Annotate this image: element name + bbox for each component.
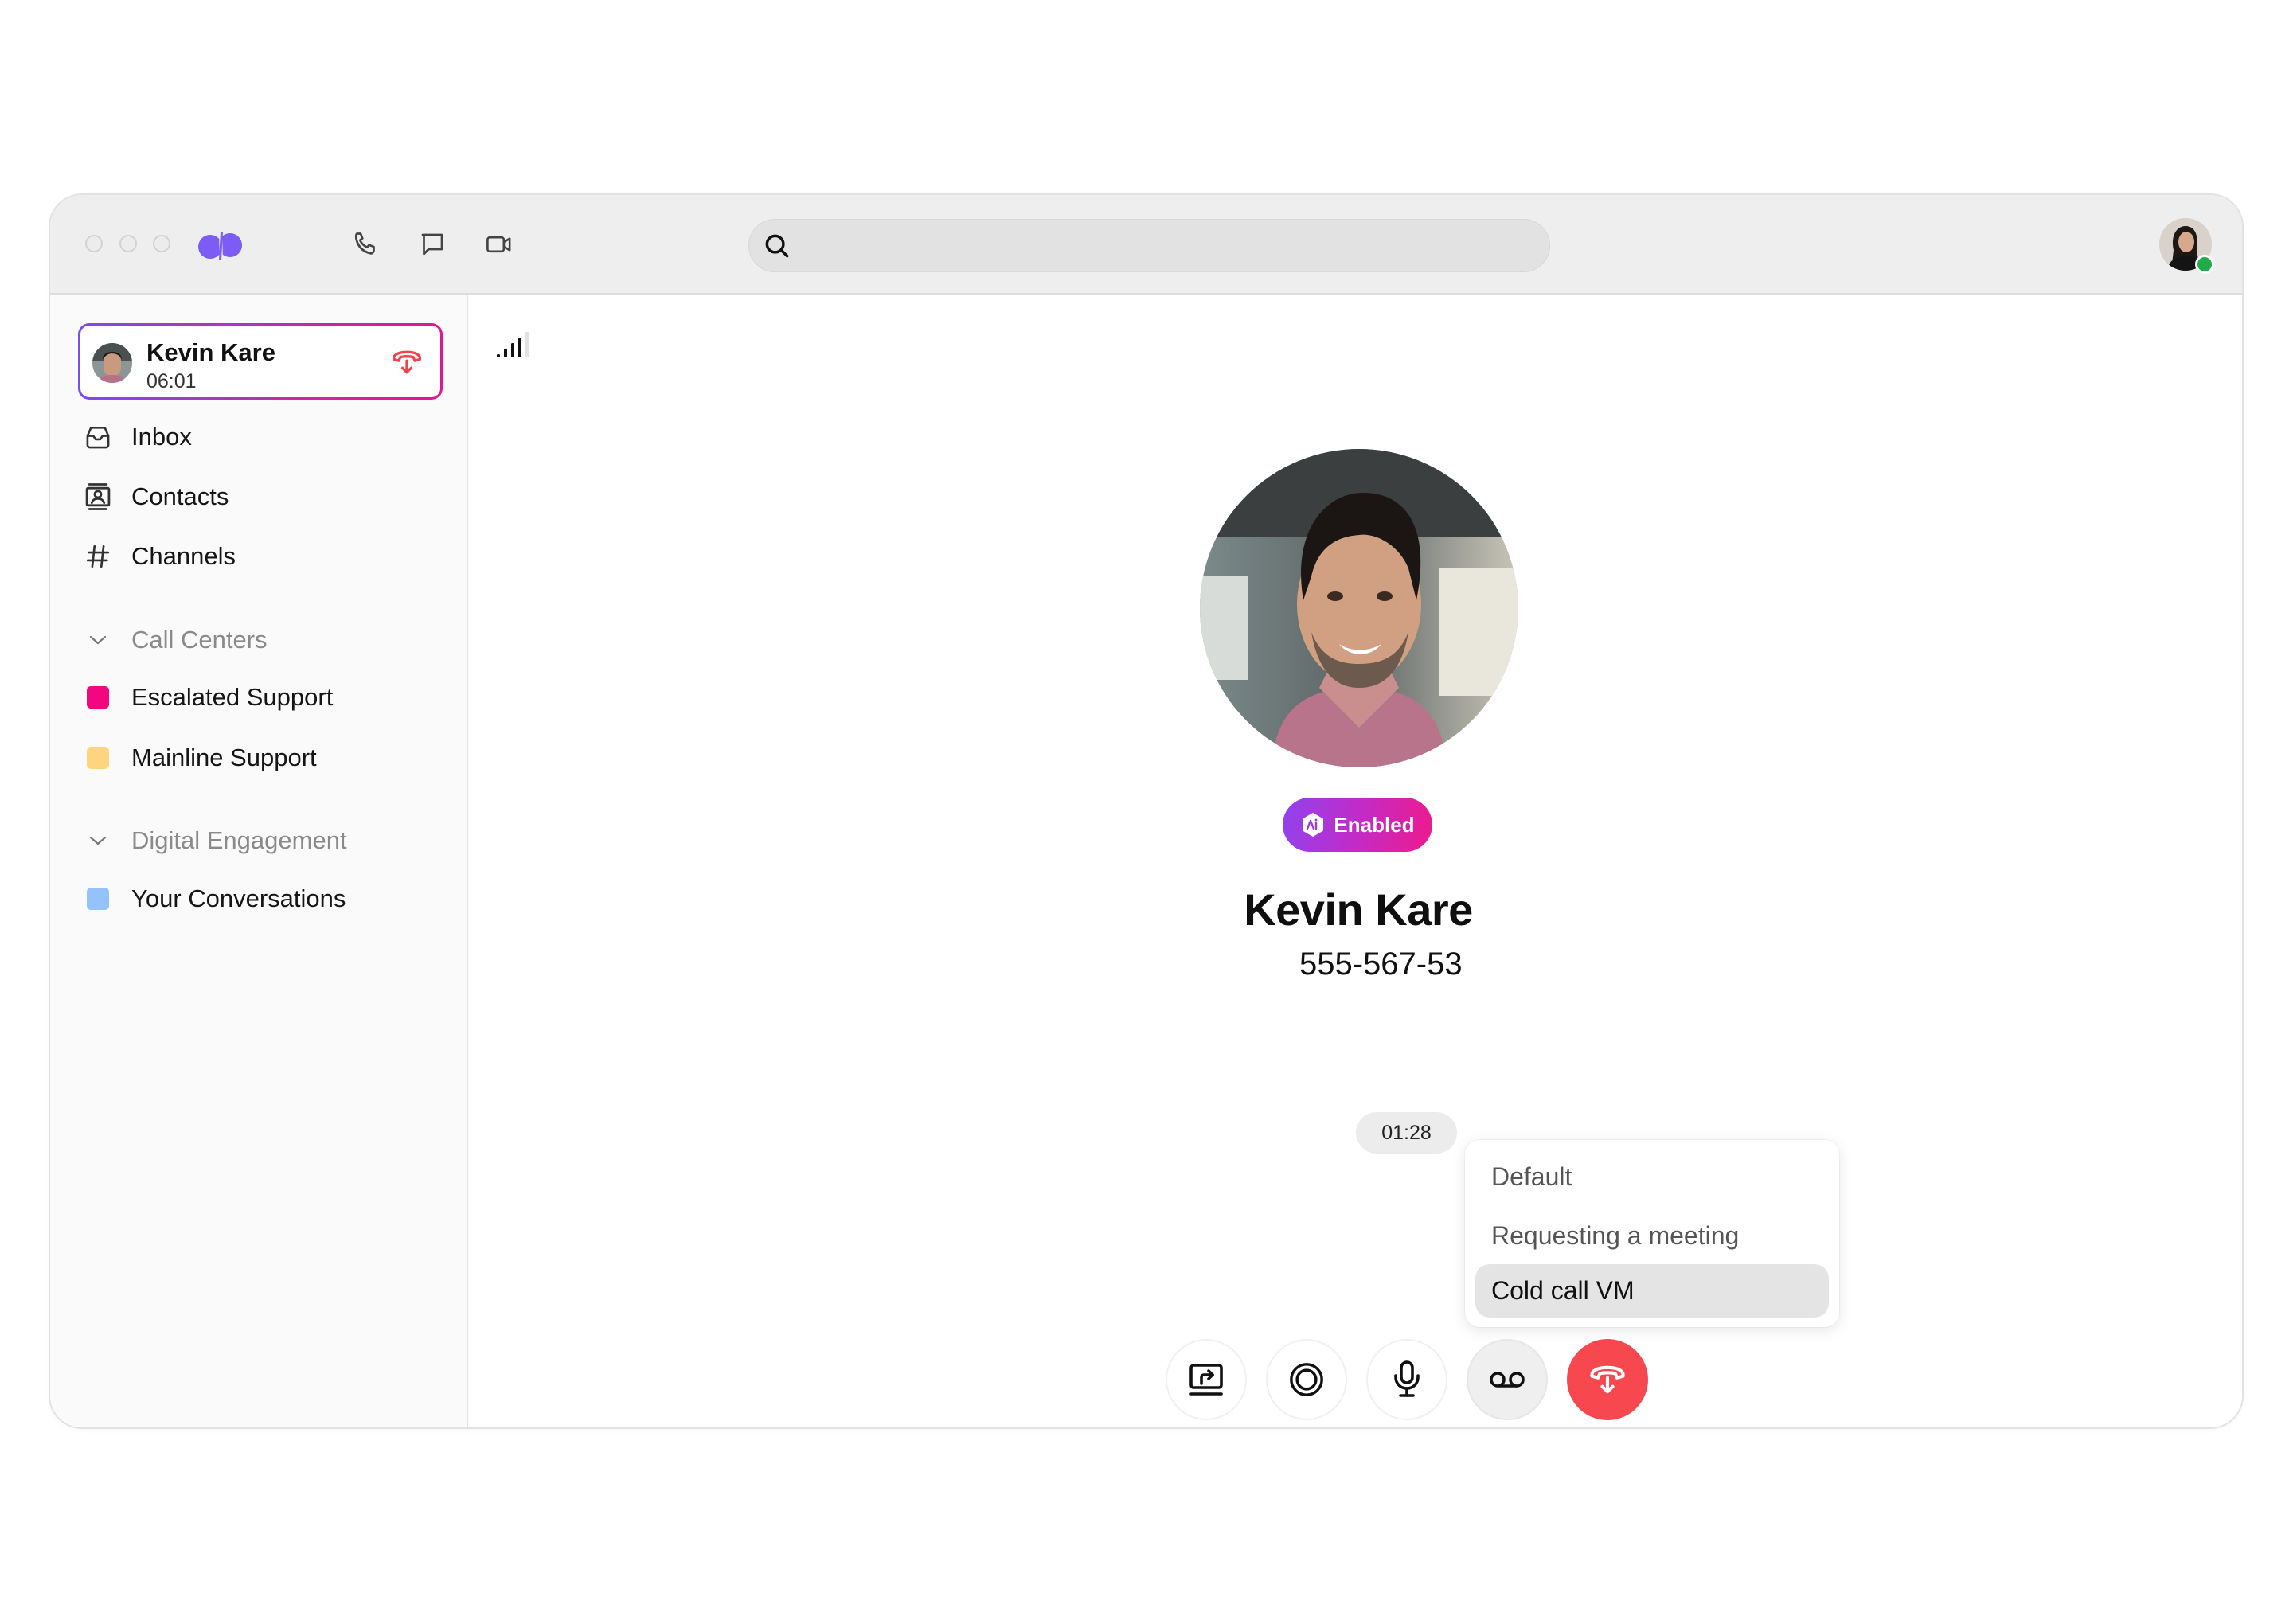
sidebar: Kevin Kare 06:01 Inbox Contacts Channels… [50, 295, 468, 1427]
color-swatch [87, 888, 109, 910]
record-icon [1288, 1361, 1325, 1398]
menu-item-cold-call-vm[interactable]: Cold call VM [1475, 1264, 1829, 1318]
mute-button[interactable] [1366, 1339, 1447, 1420]
ai-enabled-badge[interactable]: Enabled [1283, 798, 1432, 852]
section-header-digital-engagement[interactable]: Digital Engagement [50, 817, 467, 865]
active-call-duration: 06:01 [146, 370, 197, 392]
sidebar-item-label: Your Conversations [131, 884, 346, 912]
section-header-call-centers[interactable]: Call Centers [50, 616, 467, 664]
chat-icon[interactable] [415, 227, 450, 262]
chevron-down-icon [82, 624, 114, 656]
hang-up-icon[interactable] [389, 346, 424, 378]
sidebar-item-label: Escalated Support [131, 683, 334, 711]
signal-strength-icon [495, 332, 535, 359]
video-icon[interactable] [482, 227, 517, 262]
signal-bar [497, 354, 500, 357]
section-title: Call Centers [131, 626, 268, 654]
search-icon [762, 231, 792, 261]
search-bar[interactable] [748, 219, 1550, 273]
call-view: Enabled Kevin Kare 555-567-53 01:28 Defa… [468, 295, 2242, 1427]
sidebar-item-contacts[interactable]: Contacts [50, 473, 467, 521]
hang-up-icon [1587, 1360, 1628, 1399]
signal-bar [504, 349, 507, 357]
window-minimize-button[interactable] [119, 235, 137, 252]
transfer-call-button[interactable] [1166, 1339, 1247, 1420]
microphone-icon [1391, 1360, 1423, 1400]
hang-up-button[interactable] [1567, 1339, 1648, 1420]
hash-icon [82, 541, 114, 572]
chevron-down-icon [82, 825, 114, 857]
titlebar [50, 195, 2242, 295]
presence-online-indicator [2195, 255, 2214, 274]
sidebar-item-escalated-support[interactable]: Escalated Support [50, 673, 467, 721]
voicemail-drop-button[interactable] [1467, 1339, 1548, 1420]
inbox-icon [82, 421, 114, 453]
contact-phone: 555-567-53 [1299, 947, 1463, 982]
window-close-button[interactable] [85, 235, 103, 252]
voicemail-drop-menu: Default Requesting a meeting Cold call V… [1465, 1140, 1839, 1327]
ai-icon [1300, 812, 1326, 837]
window-maximize-button[interactable] [153, 235, 170, 252]
voicemail-icon [1488, 1370, 1526, 1389]
search-input[interactable] [805, 220, 1525, 273]
sidebar-item-label: Mainline Support [131, 744, 317, 771]
screen-share-transfer-icon [1187, 1361, 1225, 1398]
app-logo [197, 230, 244, 262]
color-swatch [87, 747, 109, 769]
menu-item-default[interactable]: Default [1475, 1150, 1829, 1204]
record-button[interactable] [1266, 1339, 1347, 1420]
contact-name: Kevin Kare [1244, 884, 1473, 935]
signal-bar [518, 338, 521, 357]
sidebar-item-channels[interactable]: Channels [50, 533, 467, 580]
call-timer: 01:28 [1356, 1112, 1457, 1154]
menu-item-requesting-a-meeting[interactable]: Requesting a meeting [1475, 1209, 1829, 1263]
sidebar-item-inbox[interactable]: Inbox [50, 413, 467, 461]
active-call-avatar [92, 343, 132, 383]
sidebar-item-your-conversations[interactable]: Your Conversations [50, 875, 467, 923]
active-call-name: Kevin Kare [146, 338, 275, 366]
sidebar-item-mainline-support[interactable]: Mainline Support [50, 734, 467, 782]
sidebar-item-label: Channels [131, 542, 236, 570]
section-title: Digital Engagement [131, 826, 347, 854]
signal-bar [525, 332, 529, 357]
contacts-icon [82, 481, 114, 513]
phone-icon[interactable] [348, 227, 383, 262]
signal-bar [511, 343, 514, 357]
app-window: Kevin Kare 06:01 Inbox Contacts Channels… [49, 193, 2244, 1429]
ai-badge-label: Enabled [1334, 812, 1415, 837]
sidebar-item-label: Contacts [131, 482, 229, 510]
active-call-card[interactable]: Kevin Kare 06:01 [78, 323, 443, 400]
color-swatch [87, 686, 109, 709]
contact-avatar [1200, 449, 1518, 767]
sidebar-item-label: Inbox [131, 423, 192, 451]
